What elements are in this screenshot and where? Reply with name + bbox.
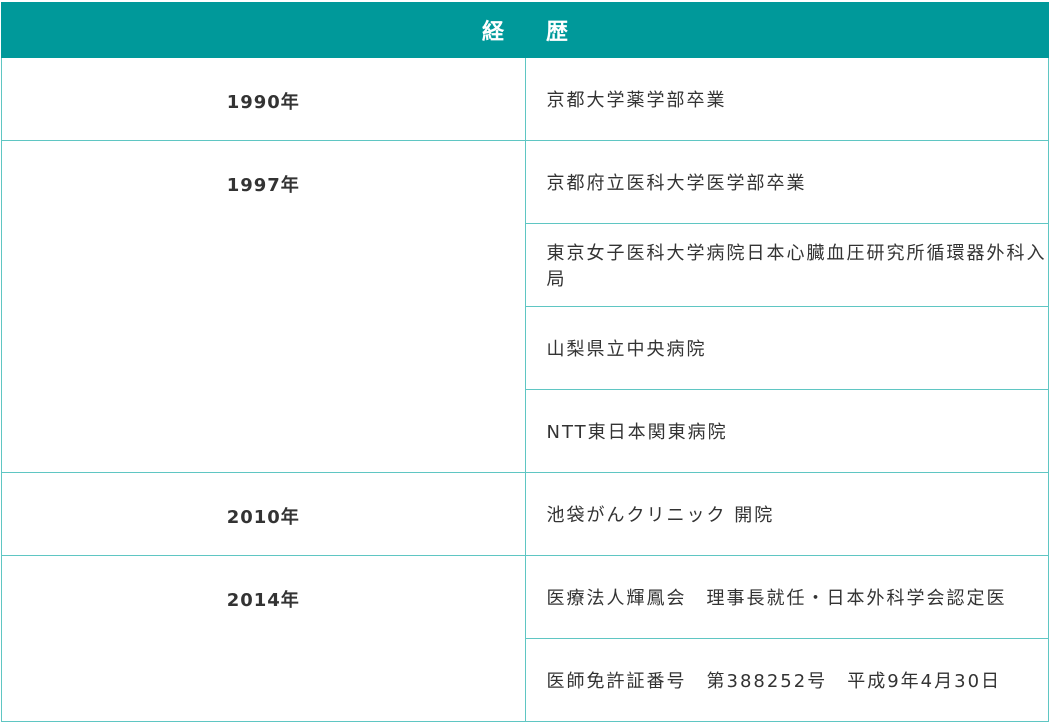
event-cell: 京都大学薬学部卒業 [524, 57, 1049, 141]
event-cell: 医師免許証番号 第388252号 平成9年4月30日 [524, 638, 1049, 722]
event-cell: NTT東日本関東病院 [524, 389, 1049, 473]
table-row: 2010年 池袋がんクリニック 開院 [1, 472, 1049, 556]
event-cell: 京都府立医科大学医学部卒業 [524, 140, 1049, 224]
table-row: 2014年 医療法人輝鳳会 理事長就任・日本外科学会認定医 [1, 555, 1049, 722]
year-cell: 2014年 [1, 555, 526, 722]
career-table: 経 歴 1990年 京都大学薬学部卒業 1997年 京都府立医科大学医学部卒業 … [1, 2, 1049, 722]
career-header-row: 経 歴 [1, 2, 1049, 58]
event-cell: 東京女子医科大学病院日本心臓血圧研究所循環器外科入局 [524, 223, 1049, 307]
year-cell: 2010年 [1, 472, 526, 556]
year-cell: 1990年 [1, 57, 526, 141]
table-row: 1997年 京都府立医科大学医学部卒業 [1, 140, 1049, 473]
event-cell: 医療法人輝鳳会 理事長就任・日本外科学会認定医 [524, 555, 1049, 639]
table-row: 1990年 京都大学薬学部卒業 [1, 57, 1049, 141]
event-cell: 池袋がんクリニック 開院 [524, 472, 1049, 556]
career-heading: 経 歴 [1, 2, 1049, 58]
year-cell: 1997年 [1, 140, 526, 473]
event-cell: 山梨県立中央病院 [524, 306, 1049, 390]
